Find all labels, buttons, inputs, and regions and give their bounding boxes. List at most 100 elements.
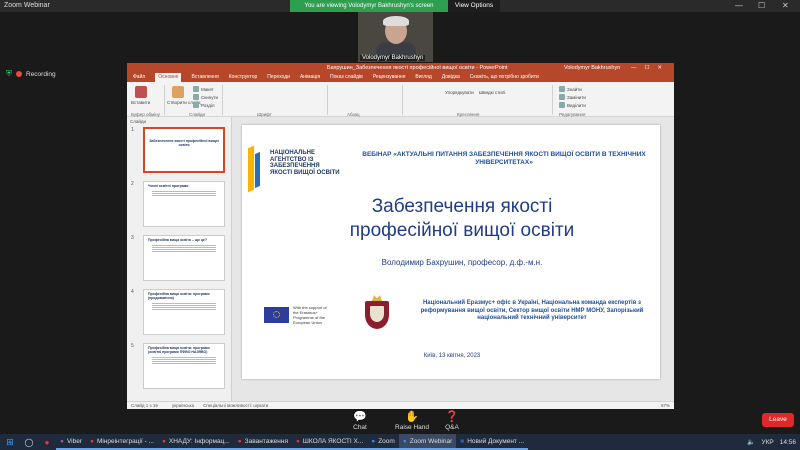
qa-button[interactable]: ❓ Q&A (432, 410, 472, 431)
windows-start-icon[interactable]: ⊞ (0, 434, 20, 450)
view-options-button[interactable]: View Options (448, 0, 500, 12)
thumb-line (152, 193, 216, 194)
chat-label: Chat (353, 424, 367, 431)
thumb-line (152, 191, 216, 192)
ppt-window-controls[interactable]: —☐✕ (631, 63, 670, 73)
chat-button[interactable]: 💬 Chat (340, 410, 380, 431)
powerpoint-window: Бахрушин_Забезпечення якості професійної… (127, 63, 674, 409)
replace-button[interactable]: Замінити (559, 94, 586, 100)
slide-thumbnail-3[interactable]: Професійна вища освіта – що це? (143, 235, 225, 281)
language-status[interactable]: українська (172, 402, 194, 410)
taskbar-app[interactable]: ● ШКОЛА ЯКОСТІ Х... (291, 434, 368, 450)
arrange-button[interactable]: Упорядкувати (445, 90, 474, 95)
thumb-title: Чинні освітні програми (148, 184, 189, 188)
slide-thumbnail-1[interactable]: Забезпечення якості професійної вищої ос… (143, 127, 225, 173)
ribbon-separator (222, 85, 223, 115)
thumb-number: 4 (131, 289, 134, 295)
select-icon (559, 102, 565, 108)
ribbon-separator (164, 85, 165, 115)
menu-tell-me[interactable]: Скажіть, що потрібно зробити (470, 73, 539, 82)
leave-button[interactable]: Leave (762, 413, 794, 427)
taskbar-app[interactable]: ● Завантаження (233, 434, 292, 450)
menu-file[interactable]: Файл (133, 73, 145, 82)
shield-icon: ⛨ (6, 69, 12, 78)
opera-icon[interactable]: ● (40, 435, 54, 449)
eu-stars (273, 311, 280, 318)
ribbon-separator (327, 85, 328, 115)
recording-indicator[interactable]: ⛨ Recording (6, 69, 56, 79)
browser-icon: ● (161, 437, 166, 445)
browser-icon: ● (90, 437, 94, 445)
new-slide-icon[interactable] (172, 86, 184, 98)
close-icon[interactable]: ✕ (782, 1, 789, 10)
search-icon[interactable]: ◯ (22, 435, 36, 449)
taskbar-app[interactable]: ● Мінреінтеграції - ... (86, 434, 158, 450)
keyboard-language[interactable]: УКР (761, 439, 773, 446)
paste-button[interactable]: Вставити (131, 100, 150, 105)
find-button[interactable]: Знайти (559, 86, 582, 92)
slide-title: Забезпечення якості професійної вищої ос… (302, 195, 622, 243)
section-icon (193, 102, 199, 108)
chat-icon: 💬 (353, 411, 367, 423)
select-button[interactable]: Виділити (559, 102, 586, 108)
thumb-line (152, 303, 216, 304)
menu-home[interactable]: Основне (155, 73, 182, 82)
person-hair (383, 16, 409, 26)
thumb-line (152, 363, 216, 364)
paste-icon[interactable] (135, 86, 147, 98)
slide-thumbnail-5[interactable]: Професійна вища освіта: програми (освітн… (143, 343, 225, 389)
find-label: Знайти (567, 86, 582, 92)
taskbar-app[interactable]: ● Zoom (367, 434, 399, 450)
menu-insert[interactable]: Вставлення (191, 73, 218, 82)
layout-label: Макет (201, 86, 214, 92)
thumb-line (152, 251, 216, 252)
slide-thumbnail-2[interactable]: Чинні освітні програми (143, 181, 225, 227)
ppt-status-bar: Слайд 1 з 19 українська Спеціальні можли… (127, 401, 674, 409)
reset-label: Скинути (201, 94, 219, 100)
taskbar-app-label: Мінреінтеграції - ... (96, 437, 154, 445)
quick-styles-button[interactable]: Швидкі стилі (479, 90, 505, 95)
current-slide[interactable]: НАЦІОНАЛЬНЕ АГЕНТСТВО ІЗ ЗАБЕЗПЕЧЕННЯ ЯК… (242, 125, 660, 379)
accessibility-status[interactable]: Спеціальні можливості: шукати (203, 402, 268, 410)
thumb-line (152, 357, 216, 358)
logo-bar-yellow (248, 145, 254, 193)
ppt-title-bar: Бахрушин_Забезпечення якості професійної… (127, 63, 674, 73)
taskbar-app[interactable]: ● ХНАДУ: Інформац... (157, 434, 234, 450)
menu-slideshow[interactable]: Показ слайдів (330, 73, 363, 82)
taskbar-app[interactable]: ● Zoom Webinar (398, 434, 457, 450)
layout-button[interactable]: Макет (193, 86, 214, 92)
reset-button[interactable]: Скинути (193, 94, 218, 100)
menu-help[interactable]: Довідка (442, 73, 460, 82)
menu-animations[interactable]: Анімація (300, 73, 320, 82)
taskbar-app[interactable]: ● Viber (56, 434, 86, 450)
document-icon: ■ (460, 437, 465, 445)
raise-hand-button[interactable]: ✋ Raise Hand (392, 410, 432, 431)
zoom-controls: 💬 Chat ✋ Raise Hand ❓ Q&A (0, 410, 800, 434)
browser-icon: ● (237, 437, 242, 445)
taskbar-app[interactable]: ■ Новий Документ ... (456, 434, 529, 450)
thumb-line (152, 305, 216, 306)
menu-transitions[interactable]: Переходи (267, 73, 290, 82)
menu-design[interactable]: Конструктор (229, 73, 258, 82)
ppt-user[interactable]: Volodymyr Bakhrushyn (564, 63, 620, 73)
ribbon-separator (552, 85, 553, 115)
window-title: Zoom Webinar (4, 2, 50, 9)
section-button[interactable]: Розділ (193, 102, 214, 108)
zoom-level[interactable]: 67% (661, 402, 670, 410)
thumb-number: 5 (131, 343, 134, 349)
zoom-icon: ● (371, 437, 376, 445)
qa-label: Q&A (445, 424, 459, 431)
minimize-icon[interactable]: — (735, 1, 743, 10)
maximize-icon[interactable]: ☐ (758, 1, 765, 10)
slide-thumbnail-4[interactable]: Професійна вища освіта: програми (продов… (143, 289, 225, 335)
replace-label: Замінити (567, 94, 586, 100)
speaker-icon[interactable]: 🔈 (747, 438, 755, 446)
eu-text: With the support of the Erasmus+ Program… (293, 305, 327, 325)
reset-icon (193, 94, 199, 100)
thumb-line (152, 307, 216, 308)
menu-review[interactable]: Рецензування (373, 73, 406, 82)
clock[interactable]: 14:56 (780, 439, 796, 446)
menu-view[interactable]: Вигляд (415, 73, 431, 82)
slide-thumbnails: Слайди 1 Забезпечення якості професійної… (127, 117, 232, 401)
thumb-line (152, 361, 216, 362)
